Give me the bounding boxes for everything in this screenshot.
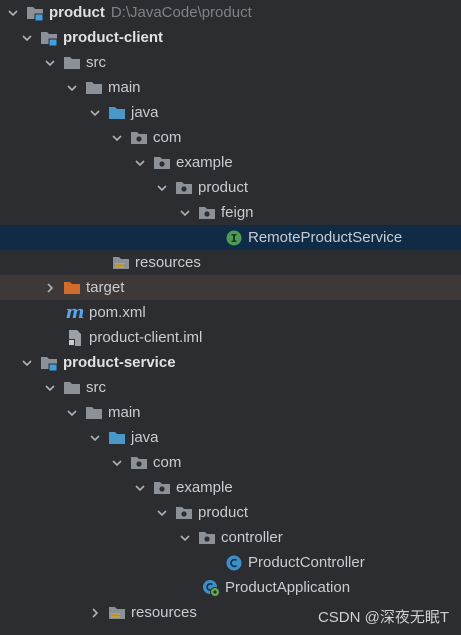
iml-file-icon [66, 329, 84, 347]
chevron-down-icon[interactable] [110, 456, 124, 470]
chevron-down-icon[interactable] [88, 106, 102, 120]
tree-node-service-java[interactable]: java [0, 425, 461, 450]
package-icon [153, 479, 171, 497]
tree-node-service-com[interactable]: com [0, 450, 461, 475]
folder-label: resources [135, 254, 201, 271]
tree-node-product-controller[interactable]: ProductController [0, 550, 461, 575]
package-label: feign [221, 204, 254, 221]
tree-node-project-root[interactable]: product D:\JavaCode\product [0, 0, 461, 25]
chevron-down-icon[interactable] [43, 381, 57, 395]
tree-node-client-com[interactable]: com [0, 125, 461, 150]
chevron-down-icon[interactable] [178, 531, 192, 545]
tree-node-client-example[interactable]: example [0, 150, 461, 175]
tree-node-client-iml[interactable]: product-client.iml [0, 325, 461, 350]
package-icon [175, 504, 193, 522]
resources-folder-icon [108, 604, 126, 622]
folder-label: resources [131, 604, 197, 621]
tree-node-client-java[interactable]: java [0, 100, 461, 125]
tree-node-service-example[interactable]: example [0, 475, 461, 500]
chevron-down-icon[interactable] [110, 131, 124, 145]
tree-node-service-src[interactable]: src [0, 375, 461, 400]
chevron-right-icon[interactable] [43, 281, 57, 295]
chevron-down-icon[interactable] [65, 81, 79, 95]
package-icon [153, 154, 171, 172]
tree-node-client-product[interactable]: product [0, 175, 461, 200]
folder-label: java [131, 429, 159, 446]
project-name: product [49, 4, 105, 21]
folder-icon [85, 404, 103, 422]
interface-icon [225, 229, 243, 247]
tree-node-client-resources[interactable]: resources [0, 250, 461, 275]
chevron-right-icon[interactable] [88, 606, 102, 620]
file-label: ProductApplication [225, 579, 351, 596]
chevron-down-icon[interactable] [133, 481, 147, 495]
package-icon [175, 179, 193, 197]
tree-node-client-target[interactable]: target [0, 275, 461, 300]
chevron-down-icon[interactable] [155, 506, 169, 520]
tree-node-service-product[interactable]: product [0, 500, 461, 525]
tree-node-service-controller[interactable]: controller [0, 525, 461, 550]
package-label: product [198, 179, 249, 196]
excluded-folder-icon [63, 279, 81, 297]
package-label: example [176, 154, 233, 171]
chevron-down-icon[interactable] [155, 181, 169, 195]
file-label: pom.xml [89, 304, 146, 321]
tree-node-client-main[interactable]: main [0, 75, 461, 100]
chevron-down-icon[interactable] [65, 406, 79, 420]
chevron-down-icon[interactable] [178, 206, 192, 220]
package-icon [130, 454, 148, 472]
tree-node-product-client[interactable]: product-client [0, 25, 461, 50]
package-label: com [153, 454, 182, 471]
tree-node-product-service[interactable]: product-service [0, 350, 461, 375]
maven-icon: m [65, 302, 85, 323]
chevron-down-icon[interactable] [133, 156, 147, 170]
folder-icon [63, 54, 81, 72]
tree-node-service-main[interactable]: main [0, 400, 461, 425]
spring-boot-class-icon [202, 579, 220, 597]
folder-label: src [86, 379, 106, 396]
source-folder-icon [108, 429, 126, 447]
folder-label: src [86, 54, 106, 71]
module-folder-icon [40, 354, 58, 372]
chevron-down-icon[interactable] [20, 356, 34, 370]
package-label: example [176, 479, 233, 496]
resources-folder-icon [112, 254, 130, 272]
package-label: controller [221, 529, 283, 546]
folder-label: main [108, 404, 141, 421]
file-label: product-client.iml [89, 329, 203, 346]
package-label: com [153, 129, 182, 146]
tree-node-client-src[interactable]: src [0, 50, 461, 75]
project-tree: product D:\JavaCode\product product-clie… [0, 0, 461, 635]
module-folder-icon [26, 4, 44, 22]
class-icon [225, 554, 243, 572]
tree-node-remote-product-service[interactable]: RemoteProductService [0, 225, 461, 250]
folder-icon [85, 79, 103, 97]
file-label: ProductController [248, 554, 365, 571]
project-path: D:\JavaCode\product [110, 4, 252, 21]
file-label: RemoteProductService [248, 229, 403, 246]
source-folder-icon [108, 104, 126, 122]
tree-node-client-pom[interactable]: m pom.xml [0, 300, 461, 325]
csdn-watermark: CSDN @深夜无眠T [317, 609, 449, 626]
folder-label: target [86, 279, 125, 296]
folder-label: main [108, 79, 141, 96]
tree-node-client-feign[interactable]: feign [0, 200, 461, 225]
chevron-down-icon[interactable] [43, 56, 57, 70]
chevron-down-icon[interactable] [6, 6, 20, 20]
module-folder-icon [40, 29, 58, 47]
folder-label: java [131, 104, 159, 121]
chevron-down-icon[interactable] [88, 431, 102, 445]
chevron-down-icon[interactable] [20, 31, 34, 45]
tree-node-product-application[interactable]: ProductApplication [0, 575, 461, 600]
module-name: product-service [63, 354, 176, 371]
package-icon [198, 529, 216, 547]
module-name: product-client [63, 29, 163, 46]
package-label: product [198, 504, 249, 521]
package-icon [198, 204, 216, 222]
folder-icon [63, 379, 81, 397]
package-icon [130, 129, 148, 147]
